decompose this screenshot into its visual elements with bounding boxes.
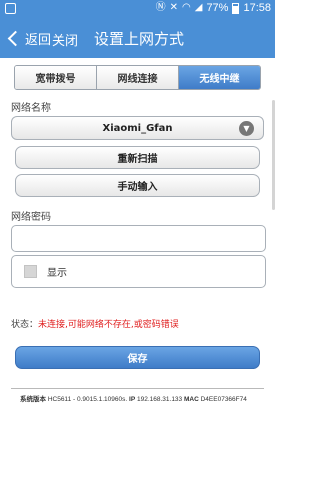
ip-value: 192.168.31.133 bbox=[136, 396, 183, 403]
battery-percent: 77% bbox=[206, 2, 229, 14]
password-label: 网络密码 bbox=[11, 212, 51, 223]
tab-pppoe[interactable]: 宽带拨号 bbox=[15, 66, 97, 89]
show-password-toggle[interactable]: 显示 bbox=[11, 255, 266, 288]
network-select[interactable]: Xiaomi_Gfan ▼ bbox=[11, 116, 264, 140]
system-info: 系统版本 HC5611 - 0.9015.1.10960s. IP 192.16… bbox=[20, 393, 247, 403]
ip-label: IP bbox=[129, 396, 136, 403]
network-name-label: 网络名称 bbox=[11, 103, 51, 114]
tab-wireless-relay[interactable]: 无线中继 bbox=[179, 66, 260, 89]
wifi-icon: ◠ bbox=[182, 2, 191, 13]
title-bar: 返回 关闭 设置上网方式 bbox=[0, 18, 275, 58]
rescan-button[interactable]: 重新扫描 bbox=[15, 146, 260, 169]
signal-icon: ◢ bbox=[194, 2, 203, 13]
save-button[interactable]: 保存 bbox=[15, 346, 260, 369]
back-chevron-icon bbox=[7, 30, 24, 46]
tab-wired[interactable]: 网线连接 bbox=[97, 66, 179, 89]
back-label: 返回 bbox=[25, 32, 52, 48]
status-bar: Ⓝ ✕ ◠ ◢ 77% 17:58 bbox=[0, 0, 275, 18]
status-message: 未连接,可能网络不存在,或密码错误 bbox=[38, 320, 179, 330]
divider bbox=[11, 388, 264, 389]
nfc-icon: Ⓝ bbox=[155, 2, 166, 13]
battery-icon bbox=[232, 2, 240, 14]
status-prefix: 状态： bbox=[11, 320, 39, 330]
version-value: HC5611 - 0.9015.1.10960s. bbox=[47, 396, 128, 403]
version-label: 系统版本 bbox=[20, 396, 46, 403]
show-password-checkbox[interactable] bbox=[24, 265, 37, 278]
mute-icon: ✕ bbox=[169, 2, 178, 13]
notification-icon bbox=[5, 3, 16, 14]
status-icons: Ⓝ ✕ ◠ ◢ 77% 17:58 bbox=[156, 2, 271, 14]
mac-value: D4EE07366F74 bbox=[200, 396, 247, 403]
show-password-label: 显示 bbox=[47, 268, 67, 279]
scrollbar[interactable] bbox=[272, 100, 275, 210]
close-button[interactable]: 关闭 bbox=[52, 30, 78, 49]
connection-status: 状态：未连接,可能网络不存在,或密码错误 bbox=[11, 317, 179, 330]
mac-label: MAC bbox=[183, 396, 199, 403]
back-button[interactable]: 返回 bbox=[6, 26, 51, 50]
dropdown-icon: ▼ bbox=[239, 121, 254, 136]
network-selected-value: Xiaomi_Gfan bbox=[102, 122, 173, 134]
page-title: 设置上网方式 bbox=[94, 30, 185, 48]
password-field[interactable] bbox=[11, 225, 266, 252]
manual-input-button[interactable]: 手动输入 bbox=[15, 174, 260, 197]
clock: 17:58 bbox=[243, 2, 271, 14]
connection-type-tabs: 宽带拨号 网线连接 无线中继 bbox=[14, 65, 261, 90]
